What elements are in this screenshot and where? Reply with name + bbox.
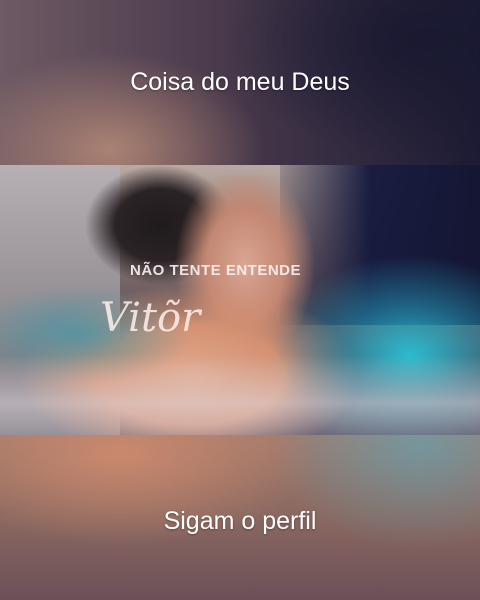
- video-frame[interactable]: NÃO TENTE ENTENDE Vitõr: [0, 165, 480, 435]
- top-caption: Coisa do meu Deus: [130, 68, 350, 96]
- video-post: Coisa do meu Deus NÃO TENTE ENTENDE Vitõ…: [0, 0, 480, 600]
- bottom-caption: Sigam o perfil: [163, 507, 317, 535]
- video-overlay-title: NÃO TENTE ENTENDE: [130, 262, 302, 279]
- video-overlay-script-text: Vitõr: [100, 295, 201, 341]
- light-haze: [0, 355, 480, 435]
